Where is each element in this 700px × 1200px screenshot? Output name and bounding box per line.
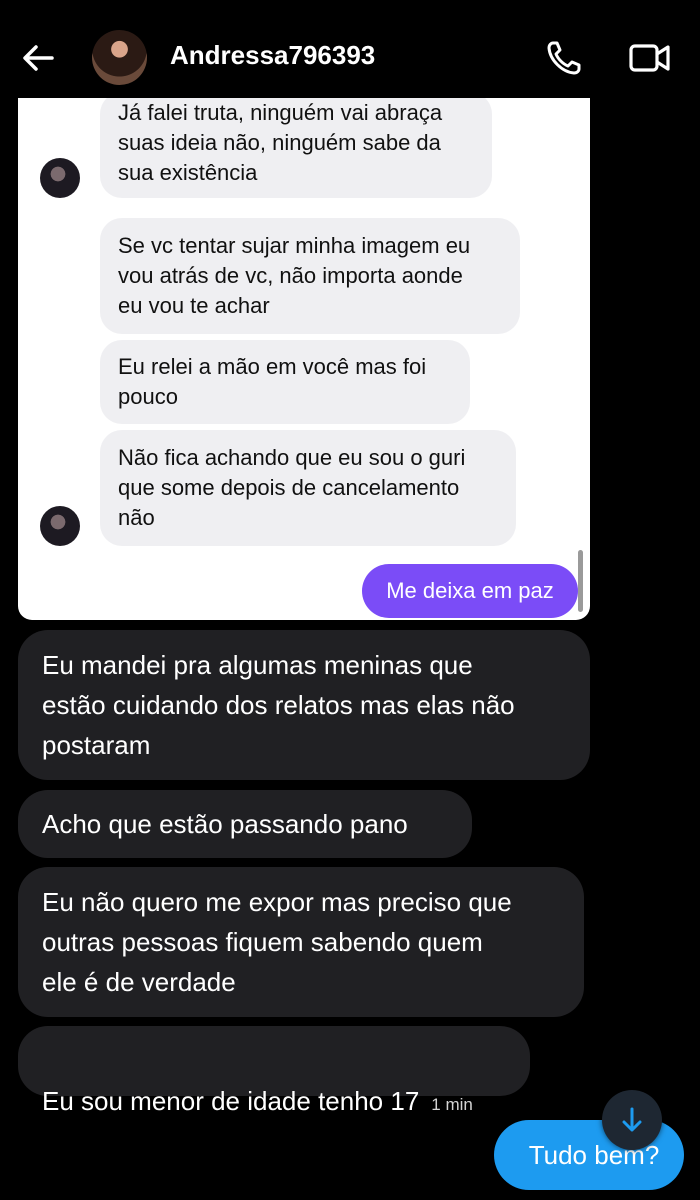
received-message[interactable]: Eu sou menor de idade tenho 17 1 min bbox=[18, 1026, 530, 1116]
chat-header: Andressa796393 bbox=[0, 0, 700, 100]
avatar[interactable] bbox=[92, 30, 147, 85]
inner-received-message: Já falei truta, ninguém vai abraça suas … bbox=[100, 98, 492, 198]
username-title[interactable]: Andressa796393 bbox=[170, 40, 375, 71]
scroll-to-bottom-button[interactable] bbox=[602, 1090, 662, 1150]
arrow-down-icon bbox=[622, 1107, 642, 1132]
inner-received-message: Não fica achando que eu sou o guri que s… bbox=[100, 430, 516, 546]
inner-received-message: Eu relei a mão em você mas foi pouco bbox=[100, 340, 470, 424]
message-timestamp: 1 min bbox=[431, 1095, 473, 1114]
inner-avatar bbox=[40, 158, 80, 198]
inner-sent-message: Me deixa em paz bbox=[362, 564, 578, 618]
received-message[interactable]: Acho que estão passando pano bbox=[18, 790, 472, 858]
back-arrow-icon[interactable] bbox=[18, 38, 58, 78]
received-message[interactable]: Eu não quero me expor mas preciso que ou… bbox=[18, 867, 584, 1017]
inner-scrollbar bbox=[578, 550, 583, 612]
video-camera-icon[interactable] bbox=[628, 40, 672, 76]
inner-received-message: Se vc tentar sujar minha imagem eu vou a… bbox=[100, 218, 520, 334]
message-text: Eu sou menor de idade tenho 17 bbox=[42, 1086, 420, 1116]
phone-icon[interactable] bbox=[544, 38, 584, 78]
inner-avatar bbox=[40, 506, 80, 546]
embedded-chat-screenshot[interactable]: Já falei truta, ninguém vai abraça suas … bbox=[18, 98, 590, 620]
received-message[interactable]: Eu mandei pra algumas meninas que estão … bbox=[18, 630, 590, 780]
